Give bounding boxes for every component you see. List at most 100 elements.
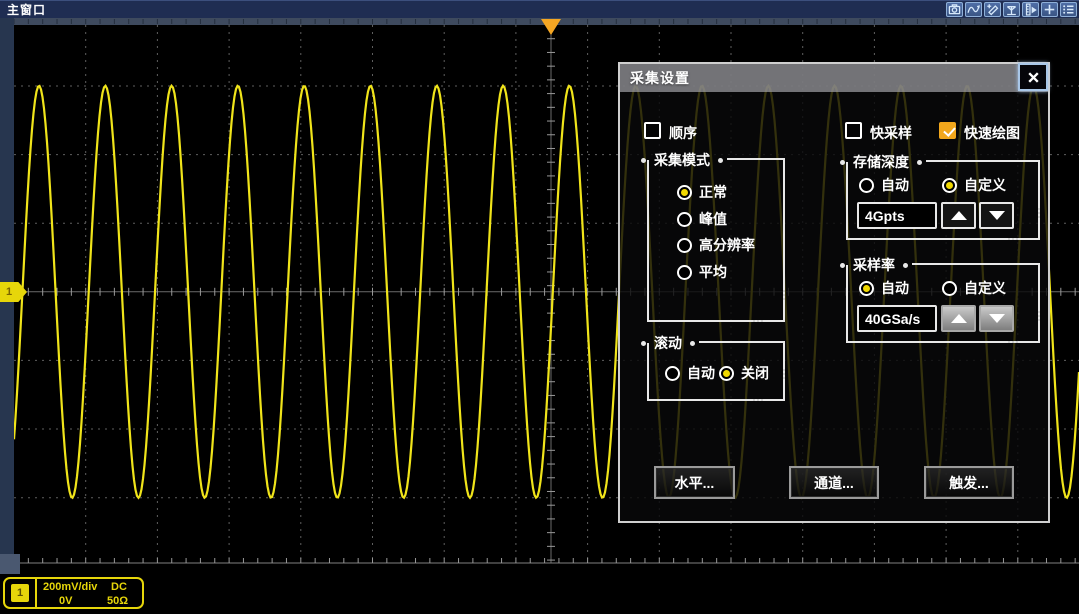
channel1-readouts: 200mV/div DC 0V 50Ω [37,579,142,607]
radio-label[interactable]: 自动 [881,278,909,298]
oscilloscope-main-window: 主窗口 [0,0,1079,614]
acq-mode-average-radio[interactable]: 平均 [677,262,727,282]
fast-acquire-checkbox-label[interactable]: 快采样 [870,123,912,143]
sample-rate-increase-button [941,305,976,332]
list-icon[interactable] [1060,2,1077,17]
arrow-down-icon [989,314,1005,323]
acq-mode-group: 采集模式 正常 峰值 高分辨率 平均 [647,160,785,322]
roll-off-radio[interactable]: 关闭 [719,363,769,383]
acq-mode-normal-radio[interactable]: 正常 [677,182,727,202]
radio-label[interactable]: 自定义 [964,175,1006,195]
camera-icon[interactable] [946,2,963,17]
legend-dot [840,263,845,268]
title-bar: 主窗口 [0,0,1079,18]
channel1-scale: 200mV/div [43,581,97,593]
radio-icon[interactable] [677,212,692,227]
group-border-line [727,158,785,160]
memory-depth-custom-radio[interactable]: 自定义 [942,175,1006,195]
radio-label[interactable]: 自动 [687,363,715,383]
channel1-badge-number-cell: 1 [5,579,37,607]
acq-mode-legend: 采集模式 [641,150,723,170]
memory-depth-legend-text: 存储深度 [853,152,909,172]
dialog-header[interactable]: 采集设置 [620,64,1048,92]
acq-mode-hires-radio[interactable]: 高分辨率 [677,235,755,255]
channel1-badge[interactable]: 1 200mV/div DC 0V 50Ω [3,577,144,609]
radio-label[interactable]: 正常 [699,182,727,202]
resize-grip[interactable] [774,311,785,322]
radio-label[interactable]: 高分辨率 [699,235,755,255]
radio-label[interactable]: 自动 [881,175,909,195]
trigger-settings-button[interactable]: 触发... [924,466,1014,499]
sample-rate-group: 采样率 自动 自定义 40GSa/s [846,265,1040,343]
radio-icon[interactable] [942,178,957,193]
roll-group: 滚动 自动 关闭 [647,343,785,401]
radio-label[interactable]: 关闭 [741,363,769,383]
radio-icon[interactable] [719,366,734,381]
fast-plot-checkbox-label[interactable]: 快速绘图 [964,123,1020,143]
waveform-swap-icon[interactable] [965,2,982,17]
radio-icon[interactable] [677,238,692,253]
radio-icon[interactable] [942,281,957,296]
legend-dot [917,160,922,165]
legend-dot [903,263,908,268]
window-title: 主窗口 [7,1,46,18]
sample-rate-decrease-button [979,305,1014,332]
memory-depth-decrease-button[interactable] [979,202,1014,229]
radio-icon[interactable] [665,366,680,381]
channel1-offset: 0V [59,595,72,607]
roll-legend: 滚动 [641,333,695,353]
resize-grip[interactable] [1029,229,1040,240]
horizontal-settings-button[interactable]: 水平... [654,466,735,499]
legend-dot [641,341,646,346]
radio-icon[interactable] [859,178,874,193]
sequence-checkbox-label[interactable]: 顺序 [669,123,697,143]
fast-plot-checkbox[interactable] [939,122,956,139]
channel1-impedance: 50Ω [107,595,128,607]
radio-icon[interactable] [677,265,692,280]
sample-rate-legend-text: 采样率 [853,255,895,275]
sequence-checkbox[interactable] [644,122,661,139]
group-border-line [699,341,785,343]
sample-rate-auto-radio[interactable]: 自动 [859,278,909,298]
titlebar-toolbar [946,2,1077,17]
ruler-icon[interactable] [1022,2,1039,17]
radio-label[interactable]: 平均 [699,262,727,282]
annotate-icon[interactable] [984,2,1001,17]
group-border-line [912,263,1040,265]
sample-rate-legend: 采样率 [840,255,908,275]
dialog-title: 采集设置 [630,68,690,88]
memory-depth-value-field[interactable]: 4Gpts [857,202,937,229]
close-button[interactable] [1018,63,1048,91]
memory-depth-increase-button[interactable] [941,202,976,229]
radio-icon[interactable] [677,185,692,200]
bottom-left-corner-tab[interactable] [0,554,20,574]
arrow-down-icon [989,211,1005,220]
acq-mode-peak-radio[interactable]: 峰值 [677,209,727,229]
sample-rate-custom-radio[interactable]: 自定义 [942,278,1006,298]
channel1-marker-label: 1 [6,286,12,298]
channel-settings-button[interactable]: 通道... [789,466,879,499]
roll-legend-text: 滚动 [654,333,682,353]
legend-dot [641,158,646,163]
plus-icon[interactable] [1041,2,1058,17]
channel1-number: 1 [11,584,29,602]
roll-auto-radio[interactable]: 自动 [665,363,715,383]
resize-grip[interactable] [1029,332,1040,343]
legend-dot [690,341,695,346]
memory-depth-legend: 存储深度 [840,152,922,172]
arrow-up-icon [951,211,967,220]
memory-depth-auto-radio[interactable]: 自动 [859,175,909,195]
sample-rate-value-field[interactable]: 40GSa/s [857,305,937,332]
radio-label[interactable]: 峰值 [699,209,727,229]
close-icon [1026,70,1041,85]
legend-dot [718,158,723,163]
radio-label[interactable]: 自定义 [964,278,1006,298]
group-border-line [926,160,1040,162]
fast-acquire-checkbox[interactable] [845,122,862,139]
channel1-coupling: DC [111,581,127,593]
memory-depth-group: 存储深度 自动 自定义 4Gpts [846,162,1040,240]
resize-grip[interactable] [774,390,785,401]
radio-icon[interactable] [859,281,874,296]
acq-mode-legend-text: 采集模式 [654,150,710,170]
antenna-icon[interactable] [1003,2,1020,17]
